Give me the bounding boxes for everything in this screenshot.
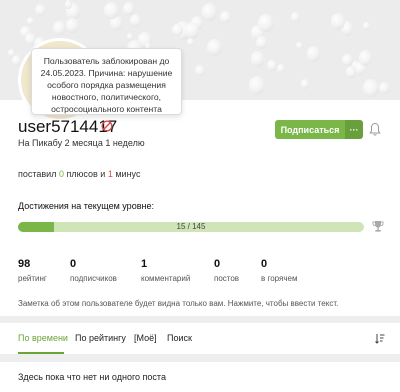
ban-tooltip-text: Пользователь заблокирован до 24.05.2023.… bbox=[40, 56, 173, 114]
cover-droplet bbox=[255, 36, 268, 50]
active-tab-indicator bbox=[18, 352, 64, 354]
stat-label: в горячем bbox=[261, 274, 298, 283]
cover-droplet bbox=[291, 12, 300, 22]
stat-value: 98 bbox=[18, 258, 31, 270]
plus-word: плюсов и bbox=[66, 169, 106, 179]
cover-droplet bbox=[248, 76, 265, 95]
cover-droplet bbox=[129, 14, 141, 28]
stat-label: рейтинг bbox=[18, 274, 47, 283]
stat-comments[interactable]: 1 комментарий bbox=[141, 258, 190, 283]
votes-summary: поставил 0 плюсов и 1 минус bbox=[18, 169, 140, 179]
cover-droplet bbox=[187, 38, 195, 47]
cover-droplet bbox=[379, 81, 390, 94]
minus-count: 1 bbox=[107, 169, 113, 179]
tab-by-time[interactable]: По времени bbox=[18, 333, 68, 343]
cover-droplet bbox=[345, 66, 357, 79]
member-since: На Пикабу 2 месяца 1 неделю bbox=[18, 138, 145, 148]
stat-value: 0 bbox=[214, 258, 221, 270]
more-options-button[interactable]: ··· bbox=[345, 120, 363, 139]
cover-droplet bbox=[277, 64, 285, 73]
sort-icon[interactable] bbox=[375, 333, 385, 344]
cover-droplet bbox=[363, 79, 379, 98]
cover-droplet bbox=[26, 17, 34, 25]
stat-value: 0 bbox=[261, 258, 268, 270]
subscribe-button[interactable]: Подписаться bbox=[275, 120, 345, 139]
minus-word: минус bbox=[115, 169, 141, 179]
cover-droplet bbox=[330, 13, 345, 30]
achievements-progress-bar[interactable]: 15 / 145 bbox=[18, 222, 364, 232]
achievements-title: Достижения на текущем уровне: bbox=[18, 201, 154, 211]
tab-mine[interactable]: [Моё] bbox=[134, 333, 157, 343]
cover-droplet bbox=[300, 78, 310, 89]
cover-droplet bbox=[258, 14, 275, 33]
votes-prefix: поставил bbox=[18, 169, 57, 179]
stat-hot[interactable]: 0 в горячем bbox=[261, 258, 297, 283]
feed-empty-card: Здесь пока что нет ни одного поста bbox=[0, 362, 400, 392]
profile-card: Пользователь заблокирован до 24.05.2023.… bbox=[0, 0, 400, 316]
cover-droplet bbox=[306, 46, 321, 62]
cover-droplet bbox=[363, 21, 370, 30]
feed-tabs: По времени По рейтингу [Моё] Поиск bbox=[0, 323, 400, 354]
feed-empty-message: Здесь пока что нет ни одного поста bbox=[18, 372, 166, 382]
achievements-progress-text: 15 / 145 bbox=[176, 222, 206, 231]
stat-label: подписчиков bbox=[70, 274, 117, 283]
cover-droplet bbox=[195, 64, 206, 77]
cover-droplet bbox=[126, 32, 134, 41]
cover-droplet bbox=[341, 54, 353, 67]
cover-droplet bbox=[66, 18, 79, 34]
cover-droplet bbox=[184, 21, 200, 39]
cover-droplet bbox=[219, 10, 231, 24]
stat-label: постов bbox=[214, 274, 240, 283]
user-note[interactable]: Заметка об этом пользователе будет видна… bbox=[18, 299, 338, 308]
cover-droplet bbox=[201, 3, 218, 22]
stat-posts[interactable]: 0 постов bbox=[214, 258, 239, 283]
ban-icon bbox=[101, 120, 113, 132]
cover-droplet bbox=[123, 1, 135, 15]
stat-value: 0 bbox=[70, 258, 77, 270]
cover-droplet bbox=[358, 50, 373, 67]
bell-icon[interactable] bbox=[369, 122, 381, 137]
cover-droplet bbox=[11, 55, 21, 66]
cover-droplet bbox=[296, 41, 303, 49]
cover-droplet bbox=[172, 24, 183, 37]
cover-droplet bbox=[53, 20, 66, 35]
stat-subscribers[interactable]: 0 подписчиков bbox=[70, 258, 117, 283]
stat-value: 1 bbox=[141, 258, 148, 270]
cover-droplet bbox=[250, 51, 265, 67]
tab-search[interactable]: Поиск bbox=[167, 333, 192, 343]
ban-tooltip: Пользователь заблокирован до 24.05.2023.… bbox=[31, 48, 182, 115]
cover-droplet bbox=[103, 2, 119, 20]
trophy-icon[interactable] bbox=[372, 220, 384, 233]
stat-rating[interactable]: 98 рейтинг bbox=[18, 258, 47, 283]
plus-count: 0 bbox=[58, 169, 64, 179]
cover-droplet bbox=[207, 38, 223, 57]
cover-droplet bbox=[266, 59, 278, 72]
tab-by-rating[interactable]: По рейтингу bbox=[75, 333, 126, 343]
cover-droplet bbox=[64, 0, 72, 9]
cover-droplet bbox=[35, 4, 46, 17]
stat-label: комментарий bbox=[141, 274, 191, 283]
